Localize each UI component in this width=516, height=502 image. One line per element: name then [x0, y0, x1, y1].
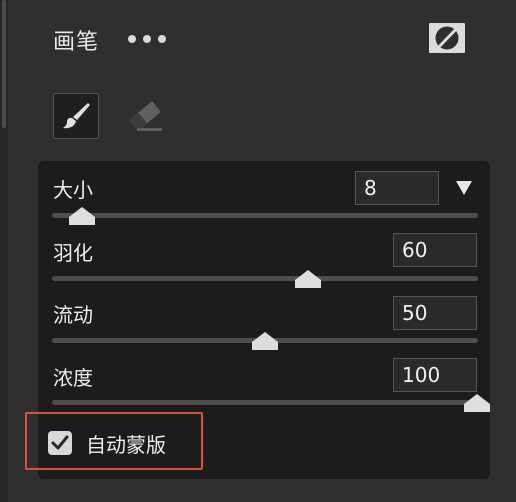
size-slider-track[interactable] [52, 213, 478, 218]
density-slider-thumb[interactable] [464, 394, 490, 412]
checkmark-icon [51, 435, 69, 450]
size-label: 大小 [53, 178, 93, 202]
auto-mask-checkbox[interactable] [48, 431, 72, 455]
eraser-icon [129, 101, 162, 131]
scrollbar-thumb[interactable] [2, 0, 6, 128]
size-slider-thumb[interactable] [68, 207, 95, 225]
panel-title: 画笔 [53, 30, 100, 55]
size-input[interactable] [355, 171, 439, 205]
more-options-icon[interactable] [128, 30, 166, 48]
brush-tool-button[interactable] [53, 93, 99, 139]
auto-mask-checkbox-row[interactable]: 自动蒙版 [48, 428, 166, 458]
feather-input[interactable] [393, 233, 477, 267]
flow-slider-thumb[interactable] [252, 332, 278, 350]
feather-slider-track[interactable] [52, 276, 478, 281]
density-slider-track[interactable] [52, 400, 478, 405]
mask-visibility-icon[interactable] [428, 22, 466, 54]
flow-label: 流动 [53, 303, 93, 327]
feather-slider-thumb[interactable] [294, 270, 321, 288]
chevron-down-icon[interactable] [455, 180, 473, 196]
feather-label: 羽化 [53, 241, 93, 265]
eraser-tool-button[interactable] [124, 96, 166, 136]
auto-mask-label: 自动蒙版 [86, 432, 166, 457]
left-edge-bar [0, 0, 8, 502]
density-input[interactable] [393, 358, 477, 392]
flow-input[interactable] [393, 296, 477, 330]
density-label: 浓度 [53, 366, 93, 390]
brush-icon [63, 103, 90, 129]
